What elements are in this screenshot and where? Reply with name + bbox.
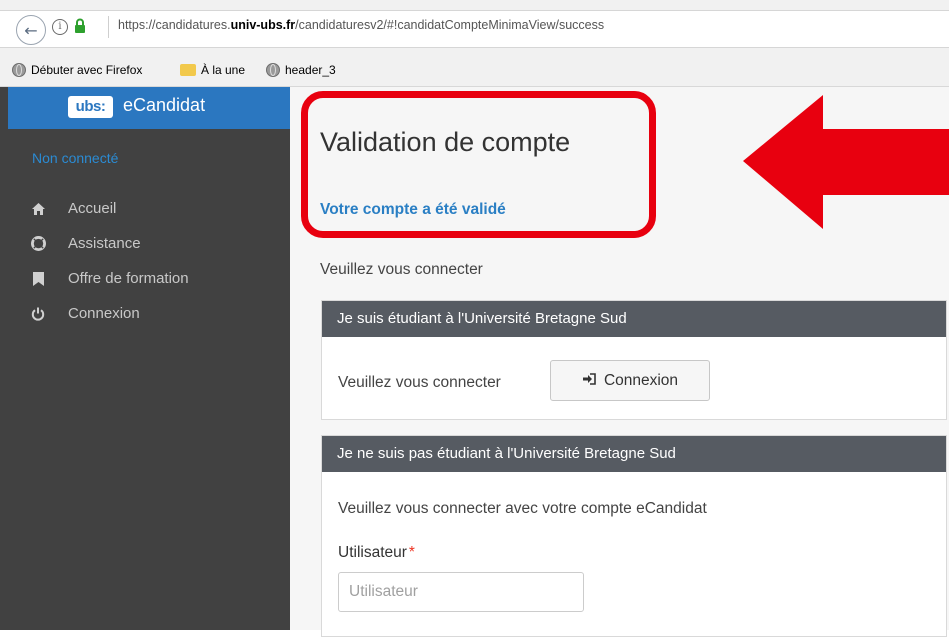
browser-toolbar: ← i https://candidatures.univ-ubs.fr/can…: [0, 0, 949, 56]
bookmark-debuter[interactable]: Débuter avec Firefox: [12, 63, 142, 77]
power-icon: [30, 306, 46, 322]
url-separator: [108, 16, 109, 38]
lifebuoy-icon: [30, 236, 46, 252]
bookmarks-bar: Débuter avec Firefox À la une header_3: [0, 56, 949, 87]
sidebar-item-connexion[interactable]: Connexion: [30, 305, 140, 322]
username-field[interactable]: [338, 572, 584, 612]
connexion-button[interactable]: Connexion: [550, 360, 710, 401]
arrow-left-icon: ←: [24, 20, 38, 40]
folder-icon: [180, 64, 196, 76]
ubs-logo[interactable]: ubs:: [68, 96, 113, 118]
globe-icon: [12, 63, 26, 77]
sign-in-icon: [582, 372, 596, 390]
sidebar-item-label: Offre de formation: [68, 270, 189, 287]
back-button[interactable]: ←: [16, 15, 46, 45]
annotation-highlight-box: [301, 91, 656, 238]
non-student-panel-text: Veuillez vous connecter avec votre compt…: [338, 500, 707, 517]
sidebar-item-offre-formation[interactable]: Offre de formation: [30, 270, 189, 287]
info-icon[interactable]: i: [52, 19, 68, 35]
sidebar: ubs: eCandidat Non connecté Accueil Assi…: [0, 87, 290, 630]
sidebar-item-label: Connexion: [68, 305, 140, 322]
sidebar-item-accueil[interactable]: Accueil: [30, 200, 116, 217]
sidebar-item-label: Assistance: [68, 235, 141, 252]
main-content: Validation de compte Votre compte a été …: [290, 87, 949, 637]
non-student-panel: Je ne suis pas étudiant à l'Université B…: [321, 435, 947, 637]
app-header: ubs: eCandidat: [8, 87, 290, 129]
globe-icon: [266, 63, 280, 77]
student-panel: Je suis étudiant à l'Université Bretagne…: [321, 300, 947, 420]
bookmark-header-3[interactable]: header_3: [266, 63, 336, 77]
sidebar-item-assistance[interactable]: Assistance: [30, 235, 141, 252]
username-label: Utilisateur *: [338, 544, 415, 561]
sidebar-item-label: Accueil: [68, 200, 117, 217]
annotation-arrow-icon: [743, 95, 949, 229]
bookmark-a-la-une[interactable]: À la une: [180, 63, 245, 77]
lock-icon: [75, 18, 85, 33]
connect-prompt: Veuillez vous connecter: [320, 261, 483, 278]
url-text[interactable]: https://candidatures.univ-ubs.fr/candida…: [118, 18, 604, 32]
home-icon: [30, 201, 46, 217]
app-title[interactable]: eCandidat: [123, 95, 205, 116]
bookmark-icon: [30, 271, 46, 287]
login-status: Non connecté: [32, 150, 119, 166]
student-panel-text: Veuillez vous connecter: [338, 374, 501, 391]
student-panel-header: Je suis étudiant à l'Université Bretagne…: [322, 301, 946, 337]
non-student-panel-header: Je ne suis pas étudiant à l'Université B…: [322, 436, 946, 472]
required-mark: *: [408, 544, 415, 561]
